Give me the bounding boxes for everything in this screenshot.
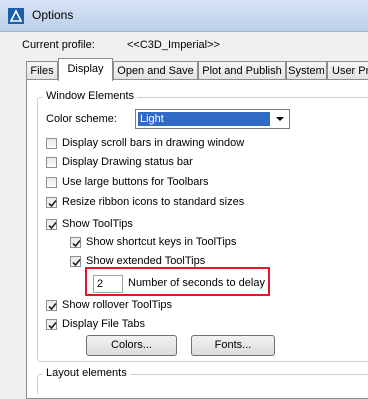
checkbox-label: Show ToolTips xyxy=(62,218,133,230)
checkmark-icon xyxy=(48,302,57,311)
tab-user-preferences[interactable]: User Pre xyxy=(327,61,368,79)
checkbox-label: Resize ribbon icons to standard sizes xyxy=(62,196,245,208)
tab-system[interactable]: System xyxy=(286,61,327,79)
checkmark-icon xyxy=(48,221,57,230)
fonts-button[interactable]: Fonts... xyxy=(191,335,275,356)
seconds-delay-label: Number of seconds to delay xyxy=(128,277,265,289)
colors-button-label: Colors... xyxy=(111,339,152,351)
checkbox-label: Show shortcut keys in ToolTips xyxy=(86,236,237,248)
chevron-down-icon[interactable] xyxy=(273,112,287,126)
colors-button[interactable]: Colors... xyxy=(86,335,177,356)
checkbox-box[interactable] xyxy=(46,177,57,188)
checkbox-box[interactable] xyxy=(46,138,57,149)
checkmark-icon xyxy=(48,199,57,208)
checkbox-label: Use large buttons for Toolbars xyxy=(62,176,209,188)
checkmark-icon xyxy=(48,321,57,330)
checkbox-box[interactable] xyxy=(70,237,81,248)
checkbox-label: Display scroll bars in drawing window xyxy=(62,137,245,149)
seconds-delay-input[interactable] xyxy=(93,275,123,293)
title-bar: Options xyxy=(0,0,368,32)
checkbox-label: Display Drawing status bar xyxy=(62,156,193,168)
checkbox-box[interactable] xyxy=(46,300,57,311)
current-profile-value: <<C3D_Imperial>> xyxy=(127,39,220,51)
tab-plot-and-publish[interactable]: Plot and Publish xyxy=(198,61,286,79)
layout-elements-title: Layout elements xyxy=(43,367,130,379)
current-profile-label: Current profile: xyxy=(22,39,95,51)
checkmark-icon xyxy=(72,258,81,267)
tab-display[interactable]: Display xyxy=(58,58,113,81)
checkmark-icon xyxy=(72,239,81,248)
color-scheme-label: Color scheme: xyxy=(46,113,117,125)
checkbox-label: Show rollover ToolTips xyxy=(62,299,173,311)
window-title: Options xyxy=(32,8,74,22)
autocad-app-icon xyxy=(8,8,24,24)
fonts-button-label: Fonts... xyxy=(214,339,252,351)
checkbox-box[interactable] xyxy=(46,219,57,230)
tab-open-and-save[interactable]: Open and Save xyxy=(113,61,198,79)
checkbox-box[interactable] xyxy=(46,197,57,208)
checkbox-box[interactable] xyxy=(46,157,57,168)
color-scheme-dropdown[interactable]: Light xyxy=(135,109,290,129)
checkbox-box[interactable] xyxy=(70,256,81,267)
window-elements-title: Window Elements xyxy=(43,90,138,102)
checkbox-label: Display File Tabs xyxy=(62,318,145,330)
checkbox-box[interactable] xyxy=(46,319,57,330)
checkbox-label: Show extended ToolTips xyxy=(86,255,206,267)
tab-files[interactable]: Files xyxy=(26,61,58,79)
color-scheme-value: Light xyxy=(138,112,270,126)
